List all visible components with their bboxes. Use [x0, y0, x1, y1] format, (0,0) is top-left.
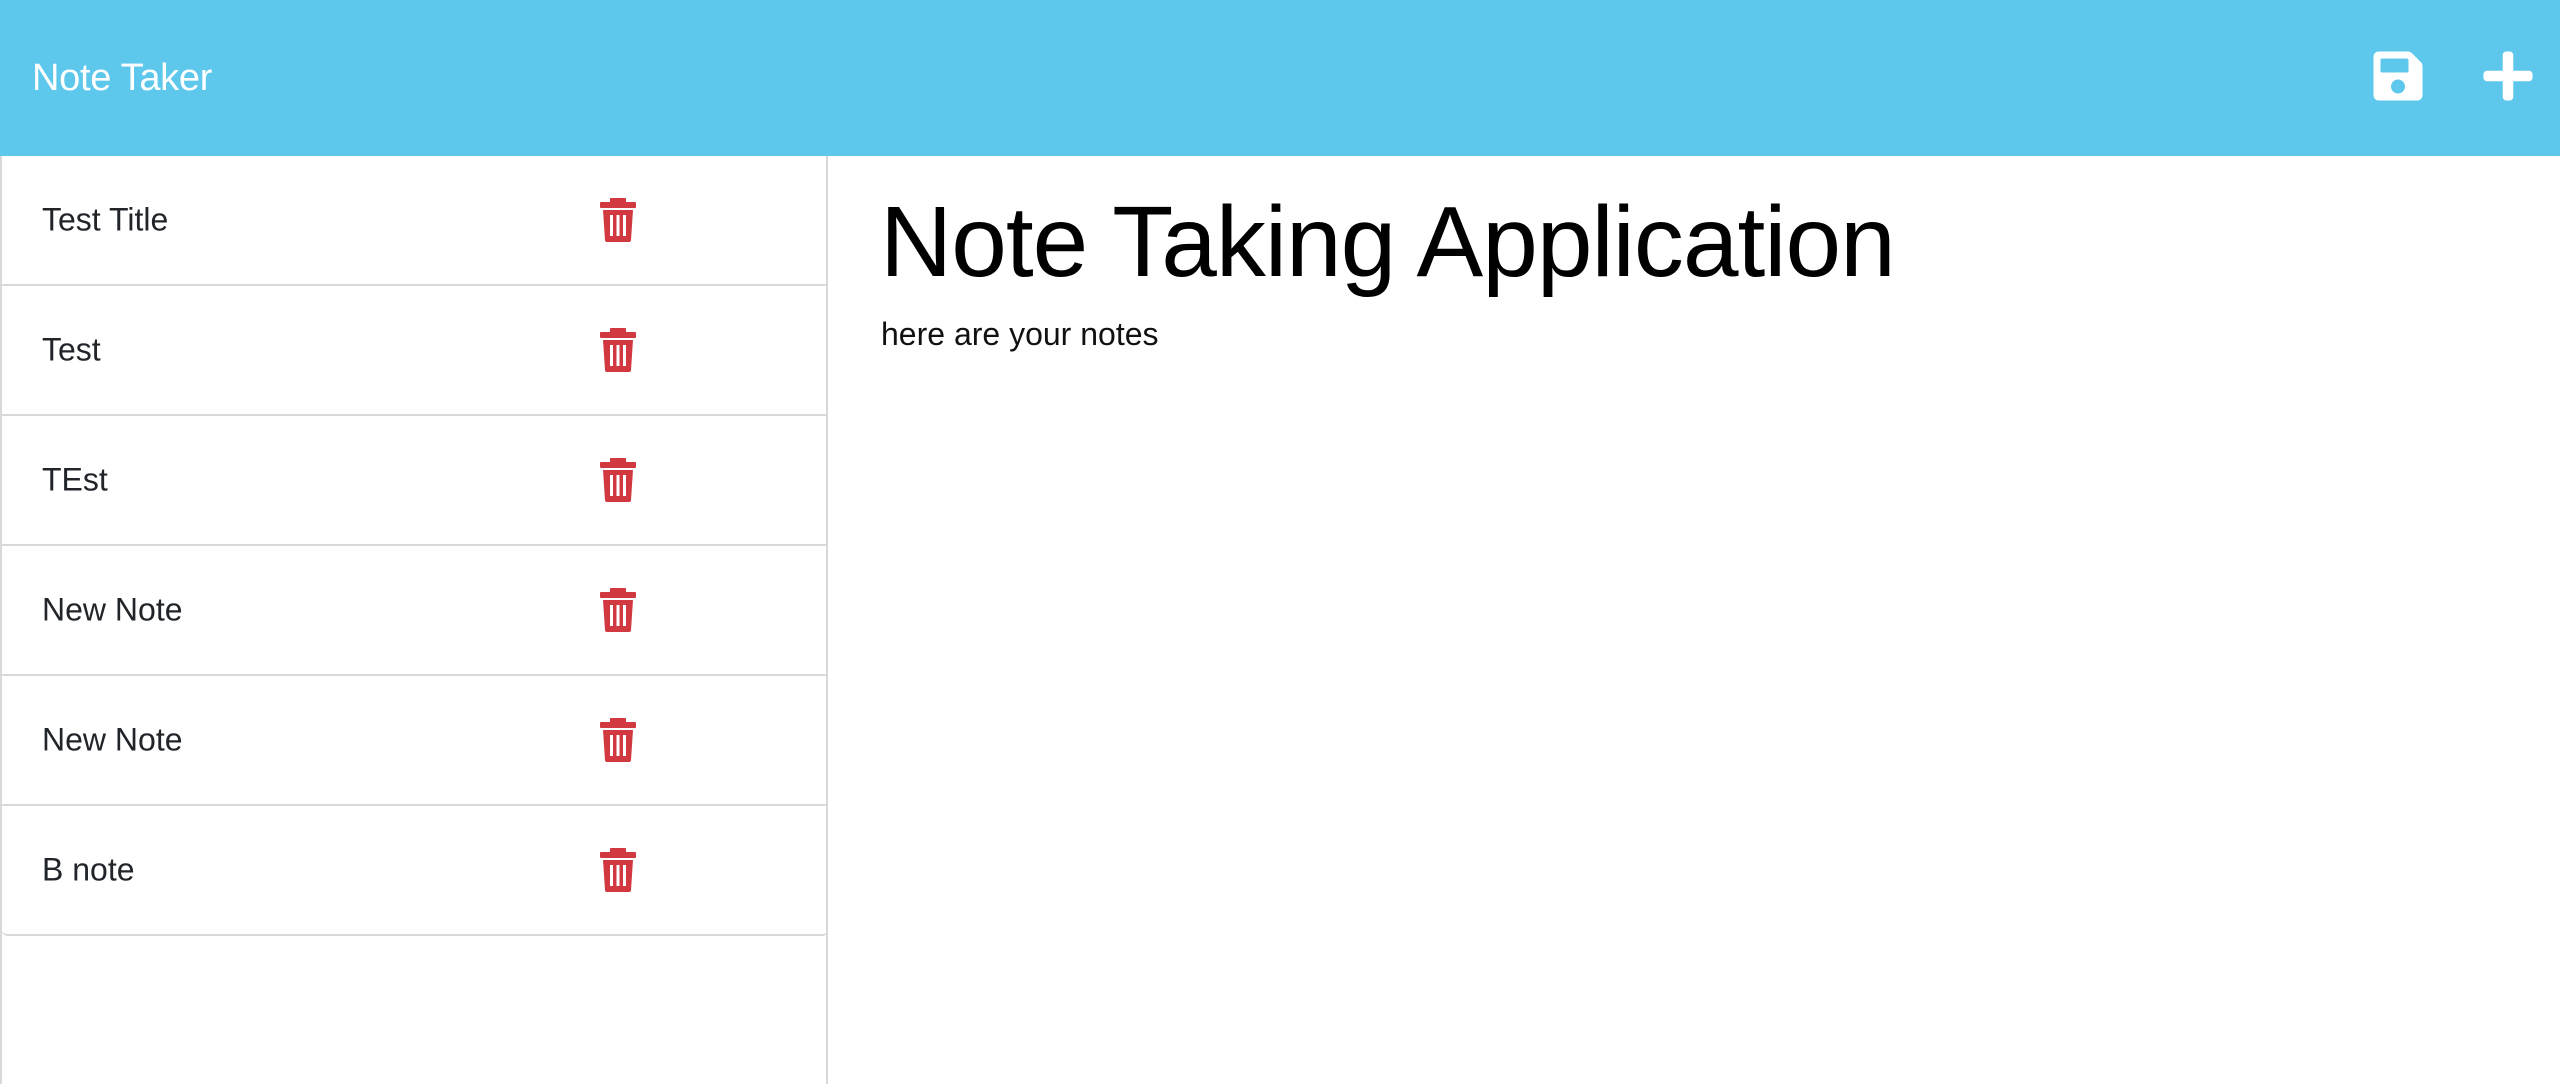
trash-icon: [600, 588, 636, 632]
note-list: Test Title Test TEst New Note New Note B…: [2, 156, 828, 936]
delete-note-button[interactable]: [598, 198, 638, 242]
delete-note-button[interactable]: [598, 718, 638, 762]
note-title: TEst: [42, 461, 108, 498]
note-title: B note: [42, 851, 135, 888]
trash-icon: [600, 198, 636, 242]
delete-note-button[interactable]: [598, 458, 638, 502]
notes-sidebar: Test Title Test TEst New Note New Note B…: [0, 156, 828, 1084]
page-subtitle: here are your notes: [881, 316, 1159, 352]
trash-icon: [600, 458, 636, 502]
new-note-button[interactable]: [2480, 48, 2536, 104]
trash-icon: [600, 848, 636, 892]
save-icon: [2373, 51, 2423, 101]
trash-icon: [600, 718, 636, 762]
page-title: Note Taking Application: [880, 186, 1896, 298]
plus-icon: [2483, 51, 2533, 101]
delete-note-button[interactable]: [598, 328, 638, 372]
save-note-button[interactable]: [2370, 48, 2426, 104]
note-title: New Note: [42, 591, 183, 628]
brand-link[interactable]: Note Taker: [32, 56, 212, 100]
delete-note-button[interactable]: [598, 848, 638, 892]
delete-note-button[interactable]: [598, 588, 638, 632]
main-content: Note Taking Application here are your no…: [828, 156, 2560, 1084]
list-item[interactable]: TEst: [2, 414, 828, 544]
list-item[interactable]: Test Title: [2, 156, 828, 284]
note-title: New Note: [42, 721, 183, 758]
trash-icon: [600, 328, 636, 372]
note-title: Test: [42, 331, 101, 368]
list-item[interactable]: Test: [2, 284, 828, 414]
navbar: Note Taker: [0, 0, 2560, 156]
note-title: Test Title: [42, 201, 169, 238]
list-item[interactable]: B note: [2, 804, 828, 934]
list-item[interactable]: New Note: [2, 674, 828, 804]
list-item[interactable]: New Note: [2, 544, 828, 674]
